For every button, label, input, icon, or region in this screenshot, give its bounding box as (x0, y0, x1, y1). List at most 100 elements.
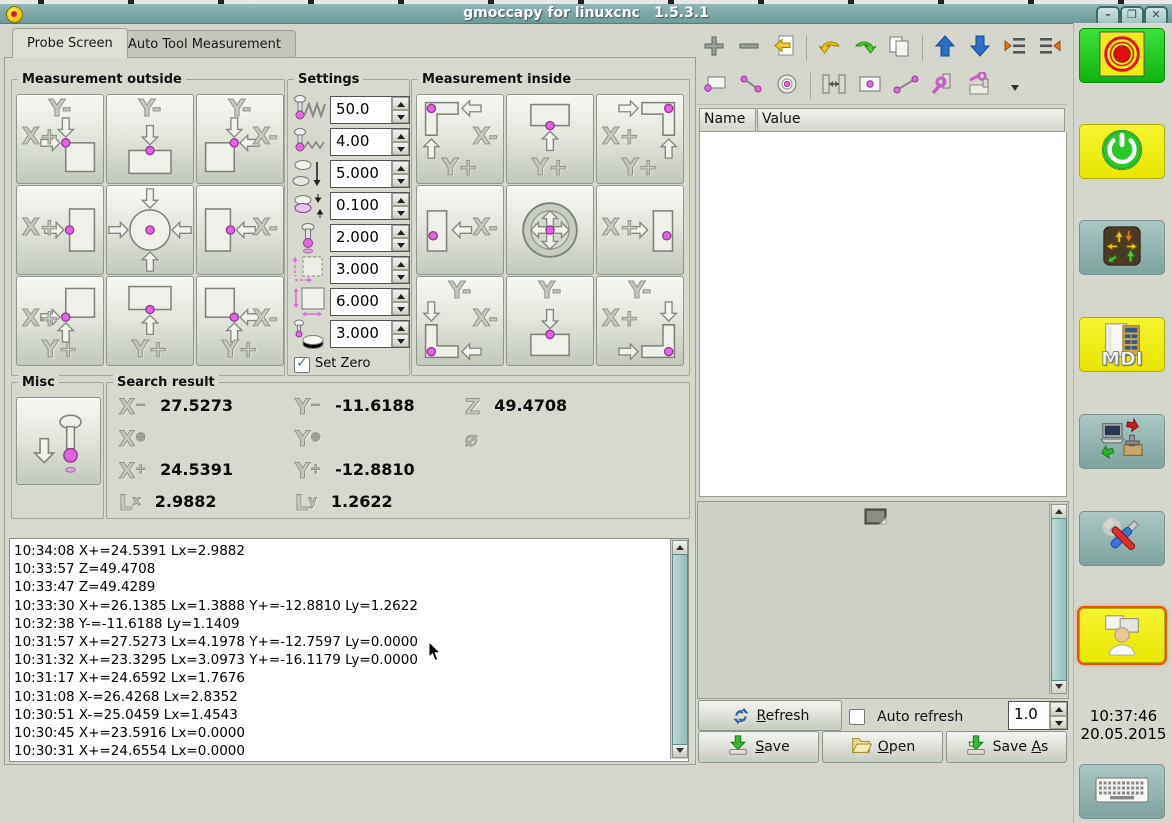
move-down-button[interactable] (964, 32, 997, 64)
probe-tool-button[interactable] (925, 70, 959, 102)
settings-spinbox-4-value[interactable]: 2.000 (331, 225, 391, 251)
probe-log-area[interactable]: 10:34:08 X+=24.5391 Lx=2.988210:33:57 Z=… (9, 538, 689, 762)
outside-edge-xplus-button[interactable]: X+ (16, 185, 104, 275)
settings-spinbox-3-value[interactable]: 0.100 (331, 193, 391, 219)
add-button[interactable] (698, 32, 731, 64)
inside-edge-yplus-button[interactable]: Y+ (506, 94, 594, 184)
auto-mode-button[interactable] (1079, 414, 1165, 469)
log-scrollbar[interactable] (670, 539, 688, 759)
manual-mode-button[interactable] (1079, 220, 1165, 275)
outside-corner-xplus-yminus-button[interactable]: Y-X+ (16, 94, 104, 184)
refresh-interval-spinbox[interactable]: 1.0 (1008, 701, 1068, 730)
estop-button[interactable] (1079, 28, 1165, 83)
result-table-body[interactable] (699, 132, 1067, 497)
mdi-mode-button[interactable]: MDI (1079, 317, 1165, 372)
copy-button[interactable] (883, 32, 916, 64)
inside-corner-xminus-yminus-button[interactable]: Y-X- (416, 276, 504, 366)
settings-spinbox-3[interactable]: 0.100 (330, 192, 410, 220)
column-header-value[interactable]: Value (757, 108, 1065, 132)
probe-toolbox-button[interactable] (961, 70, 995, 102)
settings-spinbox-2-down[interactable] (392, 174, 409, 187)
keyboard-button[interactable] (1079, 764, 1165, 819)
settings-spinbox-2-value[interactable]: 5.000 (331, 161, 391, 187)
settings-spinbox-4-down[interactable] (392, 238, 409, 251)
probe-rect-button[interactable] (698, 70, 732, 102)
settings-button[interactable] (1079, 511, 1165, 566)
probe-line-button[interactable] (734, 70, 768, 102)
settings-spinbox-6-up[interactable] (392, 289, 409, 302)
open-button[interactable]: Open (822, 731, 943, 763)
redo-button[interactable] (848, 32, 881, 64)
settings-spinbox-2[interactable]: 5.000 (330, 160, 410, 188)
tab-auto-tool-measurement[interactable]: Auto Tool Measurement (113, 30, 296, 58)
settings-spinbox-5-value[interactable]: 3.000 (331, 257, 391, 283)
preview-scrollbar[interactable] (1049, 503, 1067, 695)
settings-spinbox-6-down[interactable] (392, 302, 409, 315)
scroll-down-button[interactable] (672, 743, 688, 758)
inside-corner-xminus-yplus-button[interactable]: X-Y+ (416, 94, 504, 184)
settings-spinbox-5-up[interactable] (392, 257, 409, 270)
remove-button[interactable] (733, 32, 766, 64)
auto-refresh-checkbox[interactable] (849, 709, 865, 725)
indent-more-button[interactable] (998, 32, 1031, 64)
tab-probe-screen[interactable]: Probe Screen (12, 28, 128, 58)
settings-spinbox-7-value[interactable]: 3.000 (331, 321, 391, 347)
revert-button[interactable] (768, 32, 801, 64)
probe-circle-button[interactable] (770, 70, 804, 102)
outside-corner-xminus-yminus-button[interactable]: Y-X- (196, 94, 284, 184)
interval-up-button[interactable] (1050, 702, 1067, 716)
settings-spinbox-7-up[interactable] (392, 321, 409, 334)
outside-corner-xplus-yplus-button[interactable]: X+Y+ (16, 276, 104, 366)
settings-spinbox-3-down[interactable] (392, 206, 409, 219)
toolbar-dropdown-button[interactable] (1010, 70, 1024, 102)
inside-edge-xplus-button[interactable]: X+ (596, 185, 684, 275)
settings-spinbox-1[interactable]: 4.00 (330, 128, 410, 156)
undo-button[interactable] (813, 32, 846, 64)
inside-edge-yminus-button[interactable]: Y- (506, 276, 594, 366)
probe-angle-button[interactable] (889, 70, 923, 102)
misc-probe-down-button[interactable] (16, 397, 101, 485)
probe-rect-center-button[interactable] (853, 70, 887, 102)
settings-spinbox-7-down[interactable] (392, 334, 409, 347)
log-scrollbar-thumb[interactable] (672, 554, 688, 745)
move-up-button[interactable] (929, 32, 962, 64)
outside-edge-yplus-button[interactable]: Y+ (106, 276, 194, 366)
save-button[interactable]: Save (698, 731, 819, 763)
settings-spinbox-1-value[interactable]: 4.00 (331, 129, 391, 155)
scroll-up-button[interactable] (672, 540, 688, 555)
outside-corner-xminus-yplus-button[interactable]: X-Y+ (196, 276, 284, 366)
interval-down-button[interactable] (1050, 716, 1067, 730)
settings-spinbox-4[interactable]: 2.000 (330, 224, 410, 252)
user-button[interactable] (1079, 608, 1165, 663)
settings-spinbox-4-up[interactable] (392, 225, 409, 238)
settings-spinbox-5[interactable]: 3.000 (330, 256, 410, 284)
preview-scroll-up[interactable] (1051, 504, 1067, 519)
settings-spinbox-1-down[interactable] (392, 142, 409, 155)
refresh-interval-value[interactable]: 1.0 (1009, 702, 1049, 729)
indent-less-button[interactable] (1033, 32, 1066, 64)
settings-spinbox-2-up[interactable] (392, 161, 409, 174)
set-zero-checkbox[interactable] (294, 357, 310, 373)
inside-corner-xplus-yplus-button[interactable]: X+Y+ (596, 94, 684, 184)
settings-spinbox-0-down[interactable] (392, 110, 409, 123)
save-as-button[interactable]: Save As (946, 731, 1067, 763)
refresh-button[interactable]: Refresh (698, 700, 842, 731)
settings-spinbox-1-up[interactable] (392, 129, 409, 142)
outside-center-circle-button[interactable] (106, 185, 194, 275)
settings-spinbox-0-up[interactable] (392, 97, 409, 110)
settings-spinbox-0-value[interactable]: 50.0 (331, 97, 391, 123)
settings-spinbox-6[interactable]: 6.000 (330, 288, 410, 316)
column-header-name[interactable]: Name (699, 108, 756, 132)
settings-spinbox-5-down[interactable] (392, 270, 409, 283)
preview-scrollbar-thumb[interactable] (1051, 518, 1067, 681)
settings-spinbox-0[interactable]: 50.0 (330, 96, 410, 124)
power-button[interactable] (1079, 124, 1165, 179)
settings-spinbox-7[interactable]: 3.000 (330, 320, 410, 348)
settings-spinbox-6-value[interactable]: 6.000 (331, 289, 391, 315)
settings-spinbox-3-up[interactable] (392, 193, 409, 206)
probe-distance-button[interactable] (817, 70, 851, 102)
outside-edge-xminus-button[interactable]: X- (196, 185, 284, 275)
titlebar[interactable]: gmoccapy for linuxcnc1.5.3.1 – ❐ ✕ (0, 4, 1172, 24)
outside-edge-yminus-button[interactable]: Y- (106, 94, 194, 184)
inside-edge-xminus-button[interactable]: X- (416, 185, 504, 275)
